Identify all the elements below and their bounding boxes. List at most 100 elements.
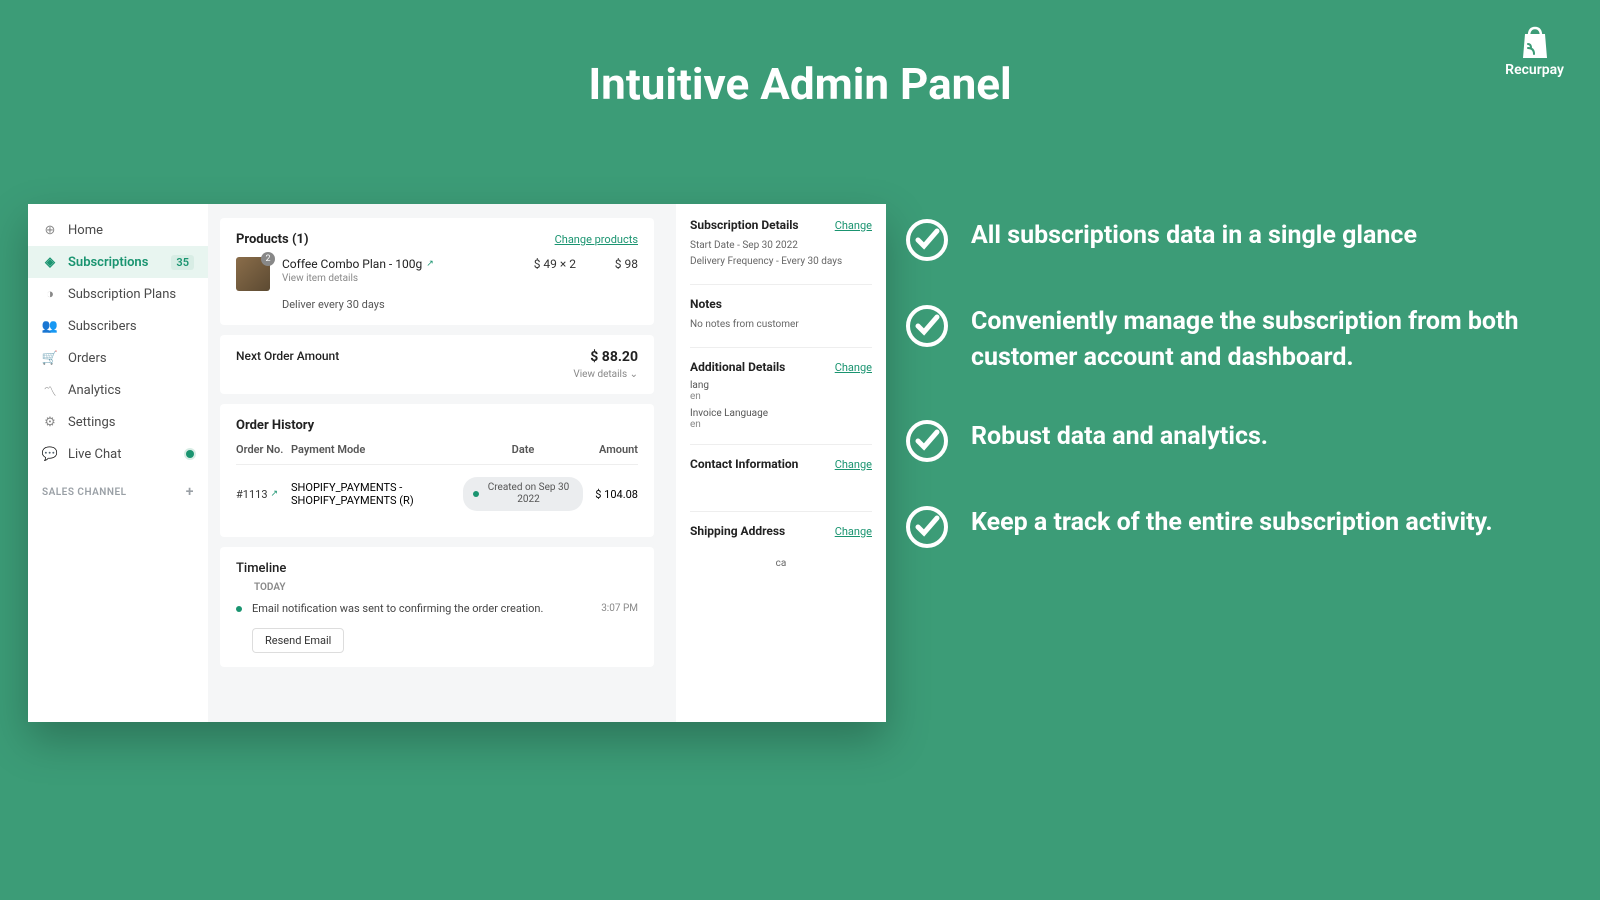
globe-icon: ⊕ [42,222,58,238]
history-title: Order History [236,418,638,433]
unit-price: $ 49 × 2 [526,257,576,271]
sidebar-item-livechat[interactable]: 💬 Live Chat [28,438,208,470]
sidebar-item-label: Subscription Plans [68,287,176,302]
timeline-today: TODAY [254,582,638,593]
contact-title: Contact Information [690,457,798,471]
sidebar-item-settings[interactable]: ⚙ Settings [28,406,208,438]
layers-icon: ◈ [42,254,58,270]
users-icon: 👥 [42,318,58,334]
change-sub-link[interactable]: Change [835,219,872,232]
sidebar-item-label: Settings [68,415,115,430]
tag-icon: ◑ [42,286,58,302]
products-card: Products (1) Change products 2 Coffee Co… [220,218,654,325]
feature-text: All subscriptions data in a single glanc… [971,218,1417,254]
sidebar-item-subscribers[interactable]: 👥 Subscribers [28,310,208,342]
external-link-icon: ↗ [271,489,279,499]
product-thumbnail: 2 [236,257,270,291]
sidebar-item-label: Orders [68,351,107,366]
add-channel-button[interactable]: + [186,484,194,500]
shopping-bag-icon [1515,24,1555,60]
sidebar-item-home[interactable]: ⊕ Home [28,214,208,246]
start-date: Start Date - Sep 30 2022 [690,238,872,254]
timeline-title: Timeline [236,561,638,576]
brand-logo: Recurpay [1505,24,1564,78]
view-details-link[interactable]: View details ⌄ [573,369,638,380]
feature-item: Keep a track of the entire subscription … [905,505,1555,549]
table-row: #1113↗ SHOPIFY_PAYMENTS - SHOPIFY_PAYMEN… [236,465,638,523]
sidebar-item-label: Home [68,223,103,238]
resend-email-button[interactable]: Resend Email [252,628,344,653]
detail-key: lang [690,380,872,391]
line-total: $ 98 [588,257,638,271]
next-order-label: Next Order Amount [236,349,339,363]
timeline-card: Timeline TODAY Email notification was se… [220,547,654,667]
order-link[interactable]: #1113↗ [236,488,278,501]
next-order-amount: $ 88.20 [573,349,638,365]
sidebar-item-label: Live Chat [68,447,121,462]
col-amount: Amount [583,443,638,456]
feature-text: Robust data and analytics. [971,419,1268,455]
contact-text [690,477,872,497]
next-order-card: Next Order Amount $ 88.20 View details ⌄ [220,335,654,394]
brand-name: Recurpay [1505,62,1564,78]
additional-title: Additional Details [690,360,785,374]
change-additional-link[interactable]: Change [835,361,872,374]
timeline-dot-icon [236,606,242,612]
qty-badge: 2 [261,252,275,266]
feature-item: Robust data and analytics. [905,419,1555,463]
col-orderno: Order No. [236,443,291,456]
sidebar-item-analytics[interactable]: 〽 Analytics [28,374,208,406]
sidebar-item-label: Subscriptions [68,255,148,270]
products-title: Products (1) [236,232,309,247]
sidebar-item-plans[interactable]: ◑ Subscription Plans [28,278,208,310]
sidebar-item-label: Subscribers [68,319,137,334]
sidebar-item-orders[interactable]: 🛒 Orders [28,342,208,374]
change-contact-link[interactable]: Change [835,458,872,471]
check-circle-icon [905,505,949,549]
sidebar: ⊕ Home ◈ Subscriptions 35 ◑ Subscription Pla… [28,204,208,722]
delivery-freq: Delivery Frequency - Every 30 days [690,254,872,270]
payment-mode: SHOPIFY_PAYMENTS - SHOPIFY_PAYMENTS (R) [291,481,463,507]
timeline-text: Email notification was sent to confirmin… [252,602,543,615]
product-name[interactable]: Coffee Combo Plan - 100g↗ [282,257,434,271]
dashboard-panel: ⊕ Home ◈ Subscriptions 35 ◑ Subscription Pla… [28,204,886,722]
feature-text: Keep a track of the entire subscription … [971,505,1493,541]
sidebar-item-label: Analytics [68,383,121,398]
created-date-pill: Created on Sep 30 2022 [463,477,583,511]
notes-text: No notes from customer [690,317,872,333]
sidebar-section-header: SALES CHANNEL+ [28,470,208,506]
check-circle-icon [905,304,949,348]
order-amount: $ 104.08 [583,488,638,501]
shipping-title: Shipping Address [690,524,785,538]
change-shipping-link[interactable]: Change [835,525,872,538]
detail-sidebar: Subscription Details Change Start Date - … [676,204,886,722]
sidebar-item-subscriptions[interactable]: ◈ Subscriptions 35 [28,246,208,278]
detail-key: Invoice Language [690,408,872,419]
cart-icon: 🛒 [42,350,58,366]
status-dot [186,450,194,458]
delivery-frequency: Deliver every 30 days [282,298,514,311]
feature-text: Conveniently manage the subscription fro… [971,304,1555,377]
col-date: Date [463,443,583,456]
feature-item: All subscriptions data in a single glanc… [905,218,1555,262]
timeline-time: 3:07 PM [601,601,638,653]
change-products-link[interactable]: Change products [555,233,638,246]
main-content: Products (1) Change products 2 Coffee Co… [208,204,886,722]
status-dot-icon [473,491,479,497]
hero-title: Intuitive Admin Panel [0,0,1600,110]
feature-item: Conveniently manage the subscription fro… [905,304,1555,377]
check-circle-icon [905,218,949,262]
sub-details-title: Subscription Details [690,218,799,232]
notes-title: Notes [690,297,872,311]
detail-val: en [690,419,872,430]
order-history-card: Order History Order No. Payment Mode Dat… [220,404,654,537]
gear-icon: ⚙ [42,414,58,430]
col-payment: Payment Mode [291,443,463,456]
view-item-link[interactable]: View item details [282,273,514,284]
check-circle-icon [905,419,949,463]
chart-icon: 〽 [42,382,58,398]
external-link-icon: ↗ [426,259,434,269]
count-badge: 35 [171,255,194,270]
chat-icon: 💬 [42,446,58,462]
shipping-text: ca [690,556,872,572]
